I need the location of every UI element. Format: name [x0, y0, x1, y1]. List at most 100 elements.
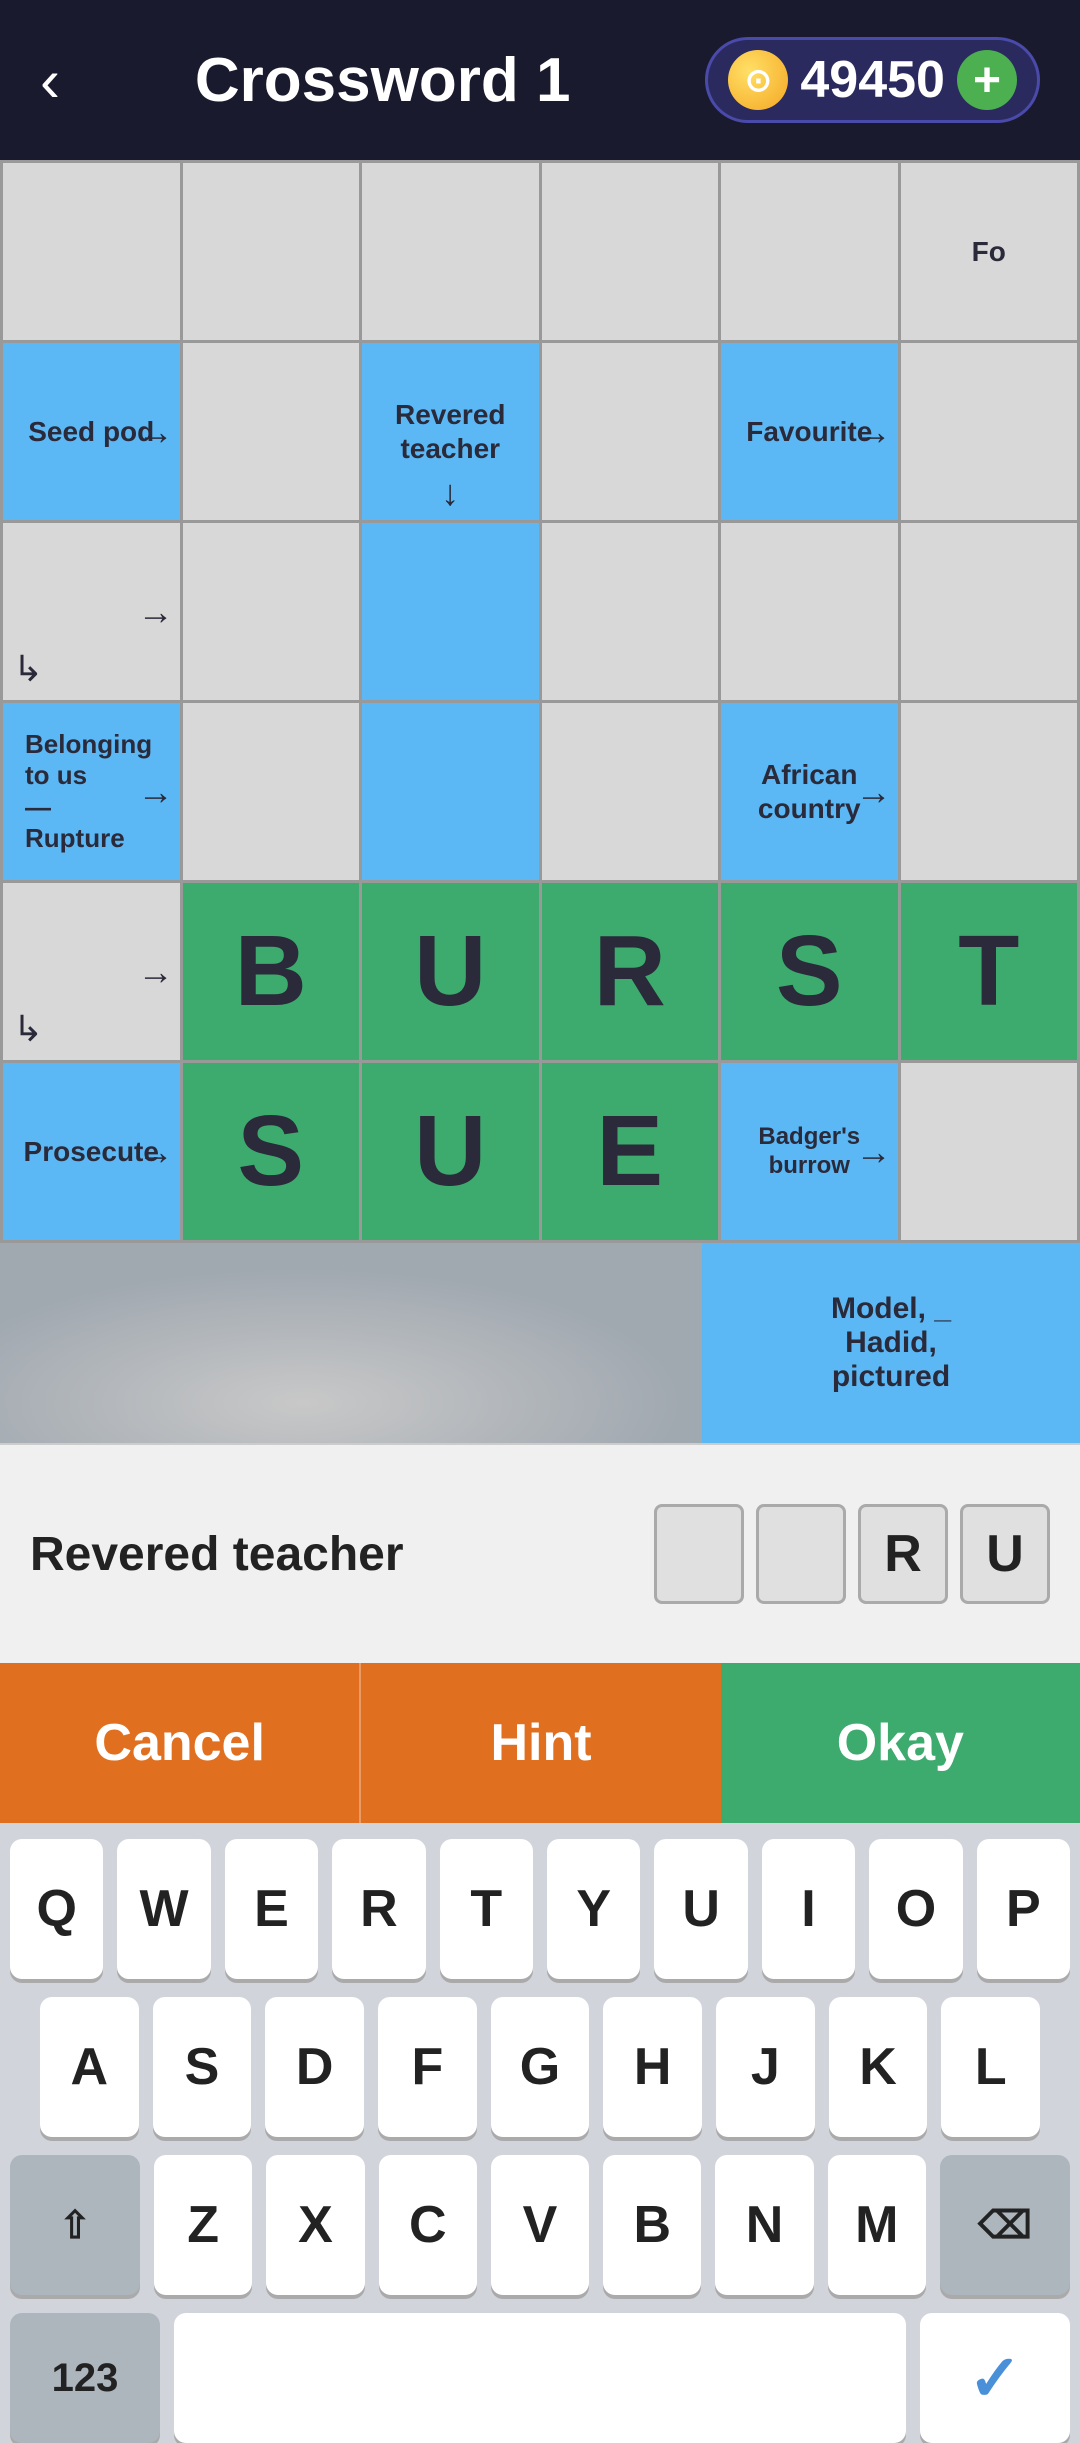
add-coins-button[interactable]: + [957, 50, 1017, 110]
cell-3-4[interactable]: African country → [721, 703, 901, 883]
key-J[interactable]: J [716, 1997, 815, 2137]
cell-4-5[interactable]: T [901, 883, 1080, 1063]
key-W[interactable]: W [117, 1839, 210, 1979]
cell-3-3[interactable] [542, 703, 722, 883]
answer-box-1[interactable] [654, 1504, 744, 1604]
key-H[interactable]: H [603, 1997, 702, 2137]
cell-2-1[interactable] [183, 523, 363, 703]
clue-bar: Revered teacher R U [0, 1443, 1080, 1663]
key-X[interactable]: X [266, 2155, 364, 2295]
cell-0-5-text: Fo [964, 227, 1014, 277]
key-E[interactable]: E [225, 1839, 318, 1979]
key-D[interactable]: D [265, 1997, 364, 2137]
hint-button[interactable]: Hint [359, 1663, 720, 1823]
cell-4-3[interactable]: R [542, 883, 722, 1063]
cell-5-1[interactable]: S [183, 1063, 363, 1243]
key-R[interactable]: R [332, 1839, 425, 1979]
key-N[interactable]: N [715, 2155, 813, 2295]
arrow-right-icon: → [138, 411, 174, 453]
cell-1-5[interactable] [901, 343, 1080, 523]
cell-3-5[interactable] [901, 703, 1080, 883]
numeric-key[interactable]: 123 [10, 2313, 160, 2443]
key-U[interactable]: U [654, 1839, 747, 1979]
key-F[interactable]: F [378, 1997, 477, 2137]
cell-0-5[interactable]: Fo [901, 163, 1080, 343]
letter-R: R [594, 914, 666, 1029]
letter-B: B [235, 914, 307, 1029]
key-Y[interactable]: Y [547, 1839, 640, 1979]
key-B[interactable]: B [603, 2155, 701, 2295]
cell-2-4[interactable] [721, 523, 901, 703]
key-A[interactable]: A [40, 1997, 139, 2137]
cell-0-0[interactable] [3, 163, 183, 343]
photo-blur [0, 1243, 756, 1443]
shift-key[interactable]: ⇧ [10, 2155, 140, 2295]
key-G[interactable]: G [491, 1997, 590, 2137]
key-V[interactable]: V [491, 2155, 589, 2295]
kb-row-2: A S D F G H J K L [10, 1997, 1070, 2137]
key-L[interactable]: L [941, 1997, 1040, 2137]
back-button[interactable]: ‹ [40, 46, 60, 115]
cell-5-4[interactable]: Badger's burrow → [721, 1063, 901, 1243]
cell-2-3[interactable] [542, 523, 722, 703]
arrow-lb-icon: ↳ [13, 1008, 43, 1050]
spacebar-key[interactable] [174, 2313, 906, 2443]
action-bar: Cancel Hint Okay [0, 1663, 1080, 1823]
cell-5-0[interactable]: Prosecute → [3, 1063, 183, 1243]
okay-button[interactable]: Okay [721, 1663, 1080, 1823]
cell-0-2[interactable] [362, 163, 542, 343]
cell-4-4[interactable]: S [721, 883, 901, 1063]
cell-5-5[interactable] [901, 1063, 1080, 1243]
cell-5-3[interactable]: E [542, 1063, 722, 1243]
kb-row-1: Q W E R T Y U I O P [10, 1839, 1070, 1979]
key-P[interactable]: P [977, 1839, 1070, 1979]
cell-2-5[interactable] [901, 523, 1080, 703]
key-K[interactable]: K [829, 1997, 928, 2137]
cell-1-0[interactable]: Seed pod → [3, 343, 183, 523]
answer-boxes: R U [654, 1504, 1050, 1604]
cell-3-1[interactable] [183, 703, 363, 883]
cell-2-0[interactable]: ↳ → [3, 523, 183, 703]
letter-U: U [414, 914, 486, 1029]
cell-0-3[interactable] [542, 163, 722, 343]
cell-4-2[interactable]: U [362, 883, 542, 1063]
keyboard: Q W E R T Y U I O P A S D F G H J K L ⇧ … [0, 1823, 1080, 2443]
arrow-right-icon-6: → [138, 951, 174, 993]
cell-1-3[interactable] [542, 343, 722, 523]
key-M[interactable]: M [828, 2155, 926, 2295]
letter-U2: U [414, 1094, 486, 1209]
cell-1-2[interactable]: Revered teacher ↓ [362, 343, 542, 523]
cell-1-2-clue: Revered teacher [362, 390, 539, 473]
key-Z[interactable]: Z [154, 2155, 252, 2295]
arrow-right-icon-3: → [138, 591, 174, 633]
cell-2-2[interactable] [362, 523, 542, 703]
answer-box-3[interactable]: R [858, 1504, 948, 1604]
answer-box-2[interactable] [756, 1504, 846, 1604]
key-T[interactable]: T [440, 1839, 533, 1979]
key-S[interactable]: S [153, 1997, 252, 2137]
arrow-right-icon-2: → [856, 411, 892, 453]
confirm-key[interactable]: ✓ [920, 2313, 1070, 2443]
cell-0-1[interactable] [183, 163, 363, 343]
cell-1-4[interactable]: Favourite → [721, 343, 901, 523]
cell-0-4[interactable] [721, 163, 901, 343]
arrow-right-bottom-icon: ↳ [13, 648, 43, 690]
key-O[interactable]: O [869, 1839, 962, 1979]
cell-4-1[interactable]: B [183, 883, 363, 1063]
crossword-grid: Fo Seed pod → Revered teacher ↓ Favourit… [0, 160, 1080, 1443]
cancel-button[interactable]: Cancel [0, 1663, 359, 1823]
photo-area: Model, _Hadid,pictured [0, 1243, 1080, 1443]
cell-5-2[interactable]: U [362, 1063, 542, 1243]
key-C[interactable]: C [379, 2155, 477, 2295]
backspace-key[interactable]: ⌫ [940, 2155, 1070, 2295]
key-I[interactable]: I [762, 1839, 855, 1979]
cell-1-1[interactable] [183, 343, 363, 523]
page-title: Crossword 1 [195, 45, 571, 116]
cell-3-0[interactable]: Belonging to us—Rupture → [3, 703, 183, 883]
key-Q[interactable]: Q [10, 1839, 103, 1979]
cell-4-0[interactable]: ↳ → [3, 883, 183, 1063]
cell-3-2[interactable] [362, 703, 542, 883]
top-bar: ‹ Crossword 1 ⊙ 49450 + [0, 0, 1080, 160]
answer-box-4[interactable]: U [960, 1504, 1050, 1604]
coin-amount: 49450 [800, 50, 945, 110]
